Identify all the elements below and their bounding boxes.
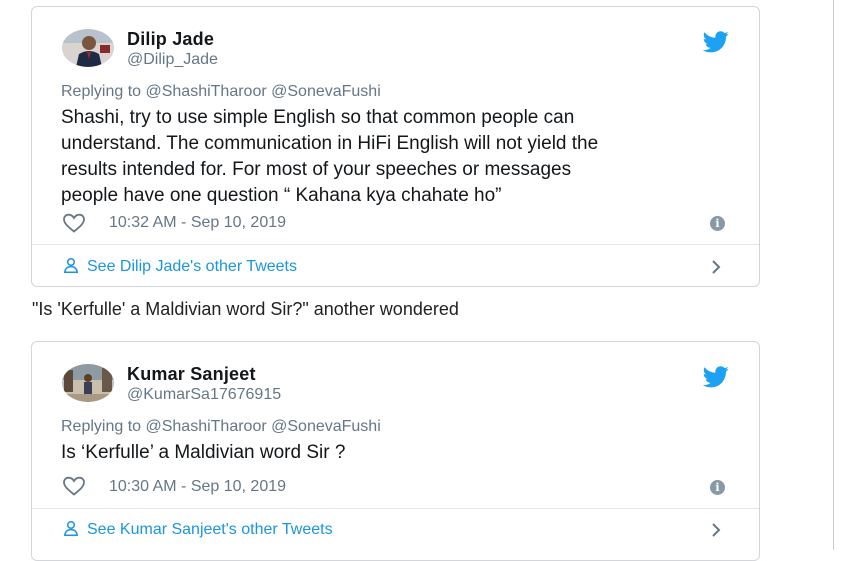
tweet-text-line: understand. The communication in HiFi En… [61,133,599,154]
see-other-tweets-link[interactable]: See Dilip Jade's other Tweets [63,257,297,276]
tweet-text-line: results intended for. For most of your s… [61,159,572,180]
avatar[interactable] [62,364,114,402]
heart-icon[interactable] [62,476,86,496]
author-name[interactable]: Dilip Jade [127,29,214,50]
twitter-bird-icon[interactable] [703,31,729,53]
tweet-text-line: Is ‘Kerfulle’ a Maldivian word Sir ? [61,442,346,463]
tweet-text-line: Shashi, try to use simple English so tha… [61,107,575,128]
article-caption: "Is 'Kerfulle' a Maldivian word Sir?" an… [32,299,459,319]
info-icon[interactable]: i [710,216,725,231]
replying-to: Replying to @ShashiTharoor @SonevaFushi [61,83,381,100]
person-icon [63,257,79,273]
heart-icon[interactable] [62,213,86,233]
page-edge-rule [833,0,834,550]
author-name[interactable]: Kumar Sanjeet [127,364,256,385]
twitter-bird-icon[interactable] [703,366,729,388]
see-other-tweets-label[interactable]: See Kumar Sanjeet's other Tweets [87,521,333,538]
timestamp[interactable]: 10:30 AM - Sep 10, 2019 [109,478,286,496]
timestamp[interactable]: 10:32 AM - Sep 10, 2019 [109,214,286,232]
tweet-embed-kumar-sanjeet[interactable]: Kumar Sanjeet @KumarSa17676915 Replying … [31,341,760,561]
see-other-tweets-label[interactable]: See Dilip Jade's other Tweets [87,258,297,275]
author-handle[interactable]: @KumarSa17676915 [127,386,281,404]
replying-to: Replying to @ShashiTharoor @SonevaFushi [61,418,381,435]
see-other-tweets-link[interactable]: See Kumar Sanjeet's other Tweets [63,520,333,539]
tweet-text-line: people have one question “ Kahana kya ch… [61,185,502,206]
author-handle[interactable]: @Dilip_Jade [127,51,218,69]
divider [32,244,759,245]
tweet-embed-dilip-jade[interactable]: Dilip Jade @Dilip_Jade Replying to @Shas… [31,6,760,287]
chevron-right-icon[interactable] [710,522,722,538]
person-icon [63,520,79,536]
avatar[interactable] [62,29,114,67]
divider [32,508,759,509]
chevron-right-icon[interactable] [710,259,722,275]
info-icon[interactable]: i [710,480,725,495]
